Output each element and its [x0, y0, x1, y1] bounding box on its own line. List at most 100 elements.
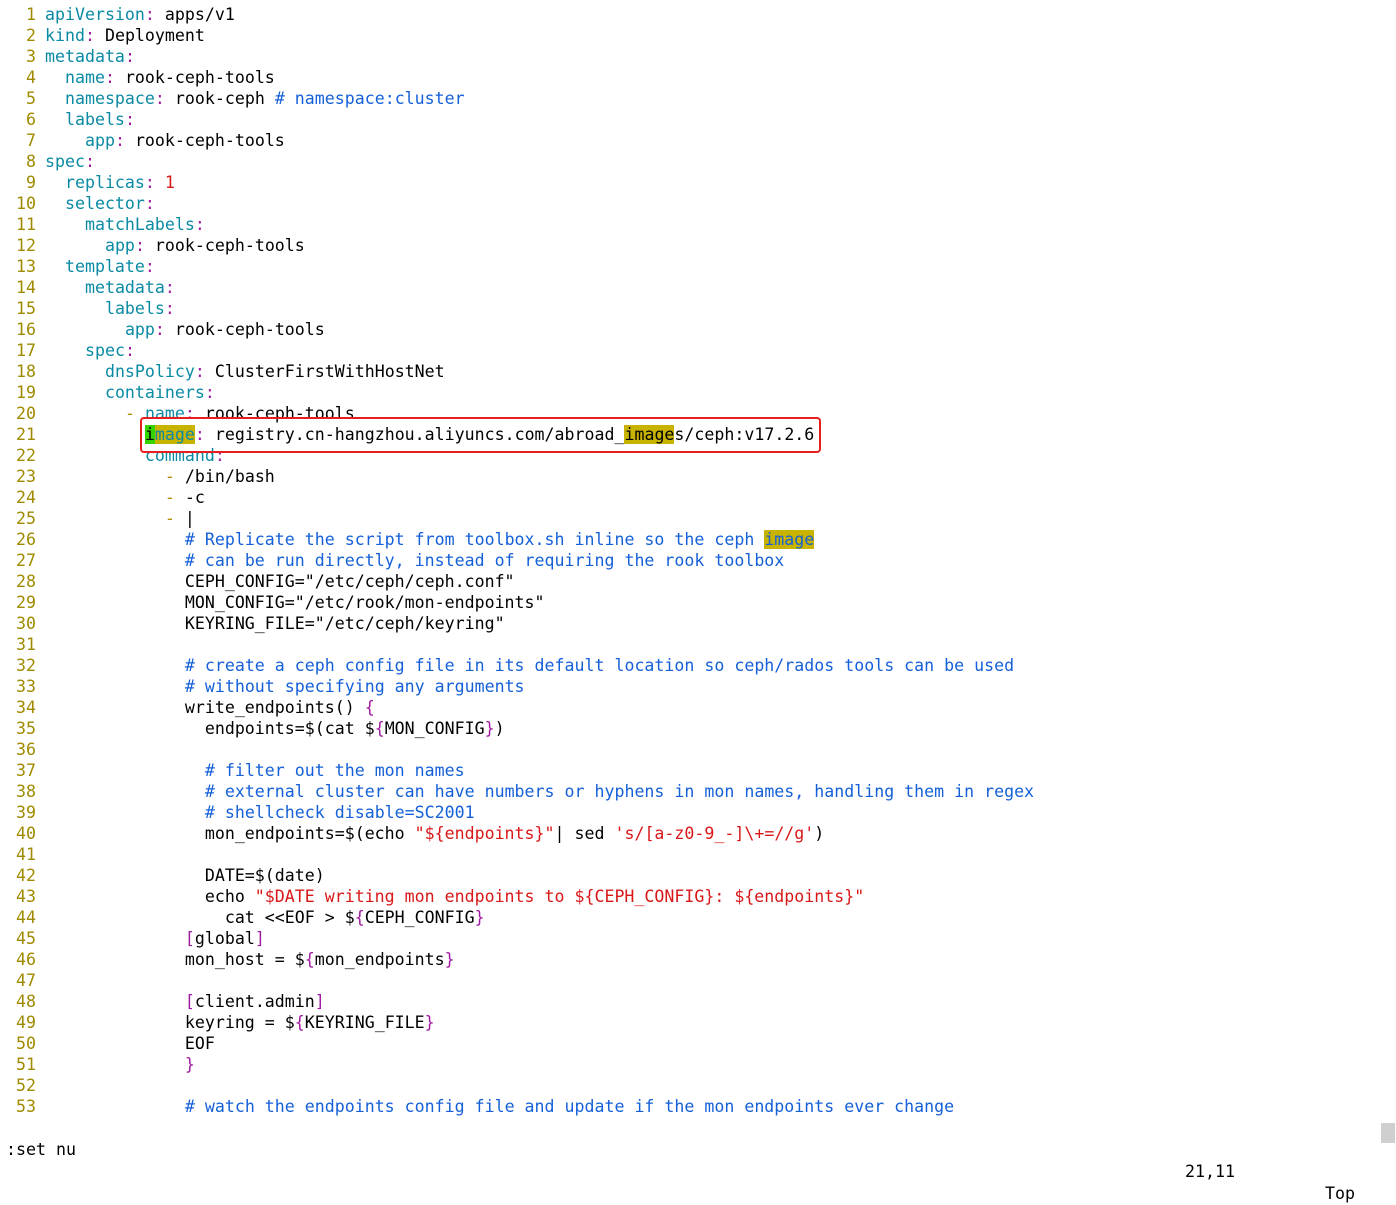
code-line[interactable]: 43 echo "$DATE writing mon endpoints to … [0, 886, 1380, 907]
line-content: labels: [45, 298, 175, 319]
line-content: - /bin/bash [45, 466, 275, 487]
yaml-colon: : [164, 299, 175, 318]
code-line[interactable]: 49 keyring = ${KEYRING_FILE} [0, 1012, 1380, 1033]
code-line[interactable]: 4 name: rook-ceph-tools [0, 67, 1380, 88]
string-literal: "$DATE writing mon endpoints to ${CEPH_C… [254, 887, 865, 906]
code-line[interactable]: 17 spec: [0, 340, 1380, 361]
code-line[interactable]: 5 namespace: rook-ceph # namespace:clust… [0, 88, 1380, 109]
yaml-colon: : [204, 383, 215, 402]
code-text: registry.cn-hangzhou.aliyuncs.com/abroad… [204, 425, 625, 444]
code-text: ) [814, 824, 825, 843]
yaml-key: kind [45, 26, 85, 45]
code-comment: # create a ceph config file in its defau… [184, 656, 1015, 675]
code-text: endpoints=$(cat $ [45, 719, 375, 738]
code-line[interactable]: 45 [global] [0, 928, 1380, 949]
yaml-key: name [64, 68, 105, 87]
code-line[interactable]: 32 # create a ceph config file in its de… [0, 655, 1380, 676]
code-line[interactable]: 18 dnsPolicy: ClusterFirstWithHostNet [0, 361, 1380, 382]
code-line[interactable]: 48 [client.admin] [0, 991, 1380, 1012]
line-content: KEYRING_FILE="/etc/ceph/keyring" [45, 613, 505, 634]
line-number: 35 [16, 719, 36, 738]
code-line[interactable]: 24 - -c [0, 487, 1380, 508]
code-line[interactable]: 40 mon_endpoints=$(echo "${endpoints}"| … [0, 823, 1380, 844]
code-line[interactable]: 44 cat <<EOF > ${CEPH_CONFIG} [0, 907, 1380, 928]
line-number: 14 [16, 278, 36, 297]
code-line[interactable]: 51 } [0, 1054, 1380, 1075]
code-line[interactable]: 9 replicas: 1 [0, 172, 1380, 193]
code-line[interactable]: 10 selector: [0, 193, 1380, 214]
yaml-colon: : [194, 425, 205, 444]
code-line[interactable]: 14 metadata: [0, 277, 1380, 298]
line-content: } [45, 1054, 195, 1075]
line-content: # create a ceph config file in its defau… [45, 655, 1014, 676]
vertical-scrollbar[interactable] [1380, 0, 1396, 1160]
code-line[interactable]: 46 mon_host = ${mon_endpoints} [0, 949, 1380, 970]
vim-editor[interactable]: 1 apiVersion: apps/v1 2 kind: Deployment 3 me… [0, 4, 1380, 1117]
code-line[interactable]: 31 [0, 634, 1380, 655]
command-line[interactable]: :set nu [6, 1139, 76, 1161]
code-line[interactable]: 25 - | [0, 508, 1380, 529]
line-number: 40 [16, 824, 36, 843]
code-line[interactable]: 36 [0, 739, 1380, 760]
code-text: DATE=$(date) [45, 866, 325, 885]
code-line[interactable]: 30 KEYRING_FILE="/etc/ceph/keyring" [0, 613, 1380, 634]
line-content: containers: [45, 382, 215, 403]
line-content: image: registry.cn-hangzhou.aliyuncs.com… [45, 424, 814, 445]
code-line[interactable]: 16 app: rook-ceph-tools [0, 319, 1380, 340]
code-text: Deployment [94, 26, 205, 45]
code-line[interactable]: 19 containers: [0, 382, 1380, 403]
code-line[interactable]: 42 DATE=$(date) [0, 865, 1380, 886]
code-text: KEYRING_FILE [304, 1013, 425, 1032]
line-number: 51 [16, 1055, 36, 1074]
code-line[interactable]: 53 # watch the endpoints config file and… [0, 1096, 1380, 1117]
yaml-colon: : [124, 47, 135, 66]
code-text: ) [494, 719, 505, 738]
search-match: image [624, 425, 675, 444]
code-line[interactable]: 28 CEPH_CONFIG="/etc/ceph/ceph.conf" [0, 571, 1380, 592]
code-line[interactable]: 8 spec: [0, 151, 1380, 172]
code-line[interactable]: 33 # without specifying any arguments [0, 676, 1380, 697]
code-line[interactable]: 22 command: [0, 445, 1380, 466]
code-line[interactable]: 23 - /bin/bash [0, 466, 1380, 487]
code-line[interactable]: 13 template: [0, 256, 1380, 277]
line-content: # watch the endpoints config file and up… [45, 1096, 954, 1117]
line-number: 2 [26, 26, 36, 45]
code-line[interactable]: 27 # can be run directly, instead of req… [0, 550, 1380, 571]
code-line[interactable]: 47 [0, 970, 1380, 991]
code-line[interactable]: 12 app: rook-ceph-tools [0, 235, 1380, 256]
line-content: EOF [45, 1033, 215, 1054]
line-content: labels: [45, 109, 135, 130]
yaml-colon: : [84, 152, 95, 171]
code-line[interactable]: 29 MON_CONFIG="/etc/rook/mon-endpoints" [0, 592, 1380, 613]
code-line[interactable]: 15 labels: [0, 298, 1380, 319]
code-line[interactable]: 20 - name: rook-ceph-tools [0, 403, 1380, 424]
code-line[interactable]: 3 metadata: [0, 46, 1380, 67]
code-line[interactable]: 38 # external cluster can have numbers o… [0, 781, 1380, 802]
code-line[interactable]: 41 [0, 844, 1380, 865]
code-line[interactable]: 7 app: rook-ceph-tools [0, 130, 1380, 151]
code-line[interactable]: 39 # shellcheck disable=SC2001 [0, 802, 1380, 823]
code-line[interactable]: 11 matchLabels: [0, 214, 1380, 235]
code-line[interactable]: 37 # filter out the mon names [0, 760, 1380, 781]
code-line[interactable]: 35 endpoints=$(cat ${MON_CONFIG}) [0, 718, 1380, 739]
code-line[interactable]: 52 [0, 1075, 1380, 1096]
code-comment: # watch the endpoints config file and up… [184, 1097, 955, 1116]
code-line[interactable]: 2 kind: Deployment [0, 25, 1380, 46]
line-content: kind: Deployment [45, 25, 205, 46]
line-number: 48 [16, 992, 36, 1011]
code-line[interactable]: 1 apiVersion: apps/v1 [0, 4, 1380, 25]
string-literal: "${endpoints}" [414, 824, 555, 843]
bracket: } [474, 908, 485, 927]
code-line[interactable]: 50 EOF [0, 1033, 1380, 1054]
code-line[interactable]: 26 # Replicate the script from toolbox.s… [0, 529, 1380, 550]
yaml-key: apiVersion [45, 5, 145, 24]
code-line[interactable]: 6 labels: [0, 109, 1380, 130]
code-line[interactable]: 34 write_endpoints() { [0, 697, 1380, 718]
scrollbar-thumb[interactable] [1381, 1123, 1395, 1143]
code-line[interactable]: 21 image: registry.cn-hangzhou.aliyuncs.… [0, 424, 1380, 445]
line-number: 16 [16, 320, 36, 339]
